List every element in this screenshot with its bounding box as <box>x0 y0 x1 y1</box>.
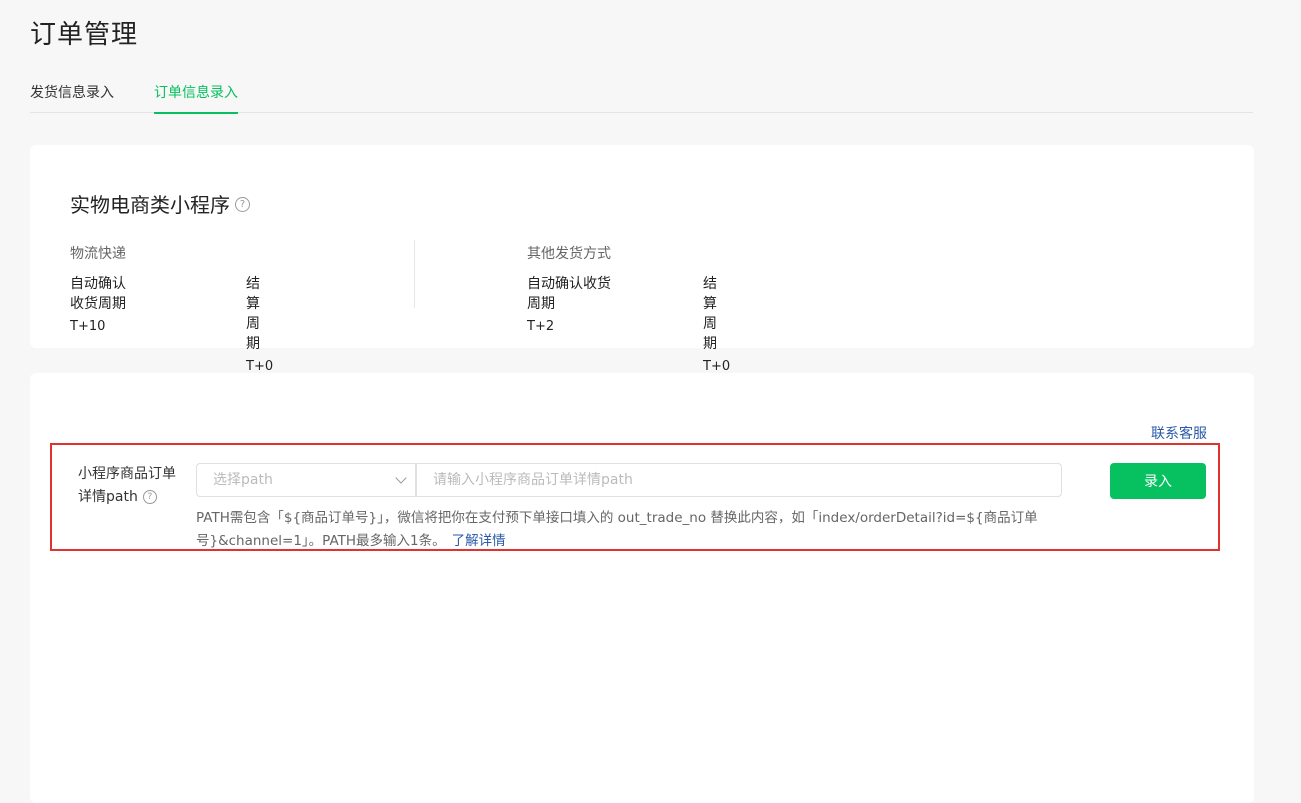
logistics-heading: 物流快递 <box>70 246 126 262</box>
settle-period-value: T+0 <box>703 359 731 374</box>
question-circle-icon[interactable]: ? <box>235 197 250 212</box>
path-hint: PATH需包含「${商品订单号}」，微信将把你在支付预下单接口填入的 out_t… <box>196 507 1096 553</box>
path-select-placeholder: 选择path <box>213 472 273 488</box>
other-shipping-section: 其他发货方式 自动确认收货周期 T+2 结算周期 T+0 <box>527 243 730 374</box>
path-label-line2: 详情path <box>78 489 138 505</box>
confirm-period-label: 自动确认收货周期 <box>70 276 126 312</box>
tab-bar: 发货信息录入 订单信息录入 <box>30 80 1253 114</box>
other-shipping-heading: 其他发货方式 <box>527 246 611 262</box>
settle-period-label: 结算周期 <box>246 276 260 352</box>
chevron-down-icon <box>395 472 407 484</box>
confirm-period-label: 自动确认收货周期 <box>527 276 611 312</box>
settle-period-value: T+0 <box>246 359 274 374</box>
learn-more-link[interactable]: 了解详情 <box>452 533 506 549</box>
confirm-period-value: T+2 <box>527 319 555 334</box>
settle-period-label: 结算周期 <box>703 276 717 352</box>
page-title: 订单管理 <box>30 20 139 50</box>
confirm-period-value: T+10 <box>70 319 106 334</box>
card-title: 实物电商类小程序? <box>70 189 250 218</box>
question-circle-icon[interactable]: ? <box>142 490 157 504</box>
path-field-label: 小程序商品订单 详情path? <box>78 463 188 509</box>
path-hint-text: PATH需包含「${商品订单号}」，微信将把你在支付预下单接口填入的 out_t… <box>196 510 1038 549</box>
order-path-card: 联系客服 小程序商品订单 详情path? 选择path 录入 PATH需包含「$… <box>30 373 1254 803</box>
tab-order-info[interactable]: 订单信息录入 <box>154 82 238 114</box>
section-divider <box>414 240 415 308</box>
summary-card: 实物电商类小程序? 物流快递 自动确认收货周期 T+10 结算周期 T+0 其他… <box>30 145 1254 374</box>
tab-shipping-info[interactable]: 发货信息录入 <box>30 82 114 112</box>
contact-support-link[interactable]: 联系客服 <box>1151 423 1207 443</box>
card-title-text: 实物电商类小程序 <box>70 193 230 217</box>
submit-button[interactable]: 录入 <box>1110 463 1206 499</box>
path-input[interactable] <box>416 463 1062 497</box>
path-select[interactable]: 选择path <box>196 463 416 497</box>
logistics-section: 物流快递 自动确认收货周期 T+10 结算周期 T+0 <box>70 243 273 374</box>
path-label-line1: 小程序商品订单 <box>78 466 176 482</box>
